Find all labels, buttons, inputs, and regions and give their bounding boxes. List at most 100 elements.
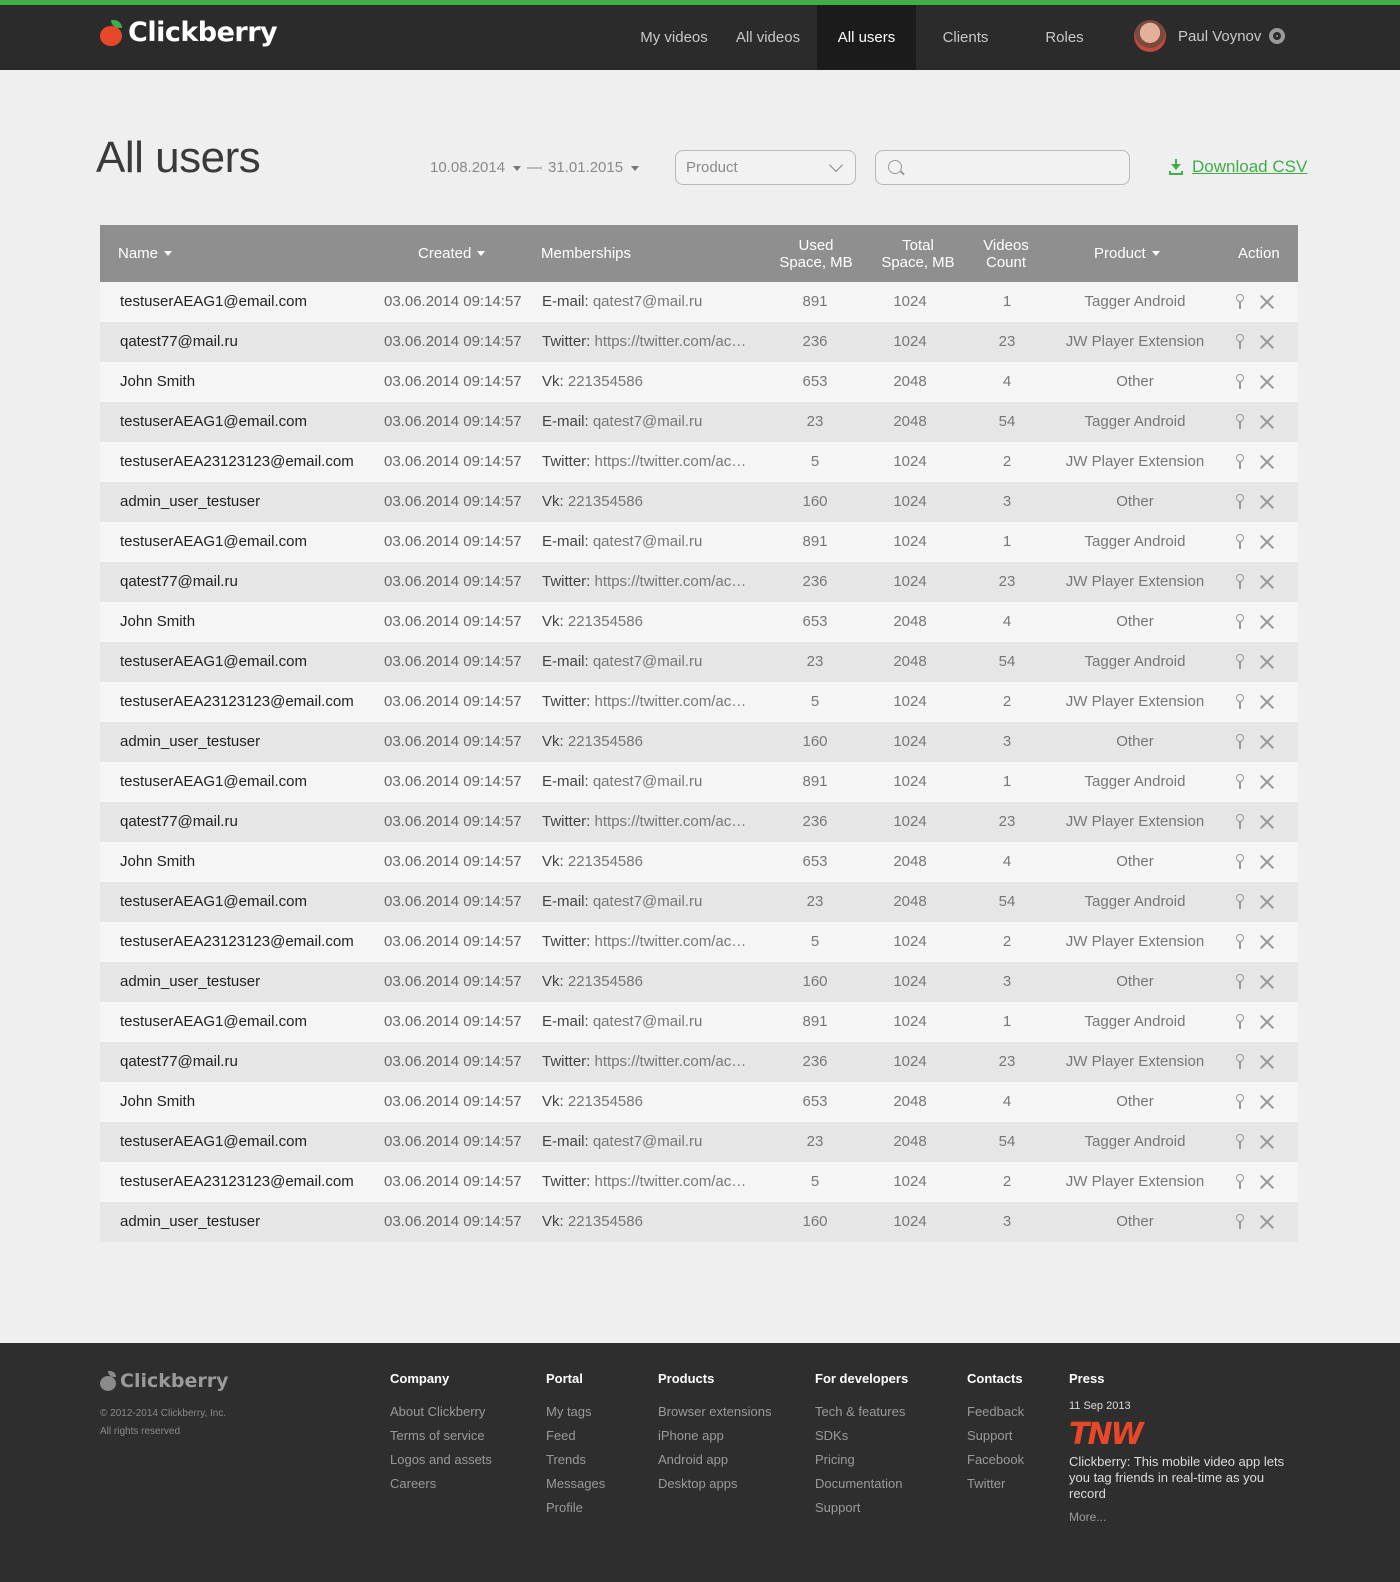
delete-icon[interactable] [1259, 734, 1275, 750]
user-name-cell[interactable]: testuserAEAG1@email.com [120, 522, 370, 562]
footer-link[interactable]: Support [967, 1424, 1024, 1448]
user-name-cell[interactable]: testuserAEAG1@email.com [120, 882, 370, 922]
search-input[interactable] [910, 157, 1120, 179]
table-row[interactable]: admin_user_testuser 03.06.2014 09:14:57 Vk… [100, 722, 1298, 762]
key-icon[interactable] [1236, 454, 1244, 470]
footer-link[interactable]: Feed [546, 1424, 605, 1448]
user-name-cell[interactable]: testuserAEA23123123@email.com [120, 1162, 370, 1202]
delete-icon[interactable] [1259, 334, 1275, 350]
table-row[interactable]: testuserAEA23123123@email.com 03.06.2014 … [100, 1162, 1298, 1202]
table-row[interactable]: testuserAEA23123123@email.com 03.06.2014 … [100, 682, 1298, 722]
delete-icon[interactable] [1259, 934, 1275, 950]
footer-link[interactable]: About Clickberry [390, 1400, 492, 1424]
table-row[interactable]: testuserAEAG1@email.com 03.06.2014 09:14:… [100, 882, 1298, 922]
table-row[interactable]: qatest77@mail.ru 03.06.2014 09:14:57 Twitt… [100, 802, 1298, 842]
key-icon[interactable] [1236, 814, 1244, 830]
user-name-cell[interactable]: admin_user_testuser [120, 722, 370, 762]
delete-icon[interactable] [1259, 694, 1275, 710]
user-name-cell[interactable]: admin_user_testuser [120, 482, 370, 522]
user-menu[interactable]: Paul Voynov [1134, 20, 1286, 52]
key-icon[interactable] [1236, 974, 1244, 990]
user-name-cell[interactable]: testuserAEAG1@email.com [120, 282, 370, 322]
user-name-cell[interactable]: testuserAEAG1@email.com [120, 762, 370, 802]
footer-link[interactable]: Messages [546, 1472, 605, 1496]
user-name-cell[interactable]: John Smith [120, 362, 370, 402]
user-name-cell[interactable]: testuserAEAG1@email.com [120, 1002, 370, 1042]
delete-icon[interactable] [1259, 534, 1275, 550]
footer-logo[interactable]: Clickberry [100, 1370, 228, 1392]
nav-my-videos[interactable]: My videos [620, 5, 728, 70]
footer-link[interactable]: Desktop apps [658, 1472, 771, 1496]
user-name-cell[interactable]: testuserAEA23123123@email.com [120, 442, 370, 482]
key-icon[interactable] [1236, 894, 1244, 910]
user-name-cell[interactable]: admin_user_testuser [120, 1202, 370, 1242]
user-name-cell[interactable]: testuserAEAG1@email.com [120, 1122, 370, 1162]
delete-icon[interactable] [1259, 894, 1275, 910]
user-name-cell[interactable]: testuserAEA23123123@email.com [120, 682, 370, 722]
footer-link[interactable]: iPhone app [658, 1424, 771, 1448]
user-name-cell[interactable]: qatest77@mail.ru [120, 322, 370, 362]
table-row[interactable]: qatest77@mail.ru 03.06.2014 09:14:57 Twitt… [100, 1042, 1298, 1082]
footer-link[interactable]: Terms of service [390, 1424, 492, 1448]
key-icon[interactable] [1236, 374, 1244, 390]
delete-icon[interactable] [1259, 854, 1275, 870]
delete-icon[interactable] [1259, 454, 1275, 470]
column-header-created[interactable]: Created [418, 225, 486, 282]
footer-link[interactable]: SDKs [815, 1424, 908, 1448]
key-icon[interactable] [1236, 1094, 1244, 1110]
table-row[interactable]: qatest77@mail.ru 03.06.2014 09:14:57 Twitt… [100, 562, 1298, 602]
product-select[interactable]: Product [675, 150, 856, 185]
delete-icon[interactable] [1259, 1214, 1275, 1230]
table-row[interactable]: John Smith 03.06.2014 09:14:57 Vk: 2213545… [100, 842, 1298, 882]
key-icon[interactable] [1236, 494, 1244, 510]
delete-icon[interactable] [1259, 614, 1275, 630]
date-from-picker[interactable]: 10.08.2014 [430, 159, 522, 176]
column-header-name[interactable]: Name [118, 225, 173, 282]
footer-link[interactable]: Feedback [967, 1400, 1024, 1424]
footer-link[interactable]: Twitter [967, 1472, 1024, 1496]
user-name-cell[interactable]: John Smith [120, 842, 370, 882]
key-icon[interactable] [1236, 294, 1244, 310]
footer-link[interactable]: Tech & features [815, 1400, 908, 1424]
table-row[interactable]: testuserAEAG1@email.com 03.06.2014 09:14:… [100, 642, 1298, 682]
user-name-cell[interactable]: testuserAEAG1@email.com [120, 402, 370, 442]
key-icon[interactable] [1236, 934, 1244, 950]
footer-link[interactable]: Documentation [815, 1472, 908, 1496]
clickberry-logo[interactable]: Clickberry [100, 17, 278, 48]
delete-icon[interactable] [1259, 1134, 1275, 1150]
footer-link[interactable]: Browser extensions [658, 1400, 771, 1424]
delete-icon[interactable] [1259, 294, 1275, 310]
delete-icon[interactable] [1259, 574, 1275, 590]
table-row[interactable]: admin_user_testuser 03.06.2014 09:14:57 Vk… [100, 962, 1298, 1002]
table-row[interactable]: qatest77@mail.ru 03.06.2014 09:14:57 Twitt… [100, 322, 1298, 362]
footer-link[interactable]: Android app [658, 1448, 771, 1472]
tnw-logo[interactable]: TNW [1069, 1420, 1299, 1450]
nav-all-videos[interactable]: All videos [718, 5, 818, 70]
press-more-link[interactable]: More... [1069, 1510, 1299, 1524]
delete-icon[interactable] [1259, 774, 1275, 790]
nav-all-users[interactable]: All users [817, 5, 916, 70]
footer-link[interactable]: Logos and assets [390, 1448, 492, 1472]
user-name-cell[interactable]: qatest77@mail.ru [120, 802, 370, 842]
footer-link[interactable]: Trends [546, 1448, 605, 1472]
user-name-cell[interactable]: qatest77@mail.ru [120, 1042, 370, 1082]
delete-icon[interactable] [1259, 1094, 1275, 1110]
table-row[interactable]: admin_user_testuser 03.06.2014 09:14:57 Vk… [100, 1202, 1298, 1242]
delete-icon[interactable] [1259, 1054, 1275, 1070]
gear-icon[interactable] [1269, 28, 1286, 44]
date-to-picker[interactable]: 31.01.2015 [548, 159, 640, 176]
delete-icon[interactable] [1259, 1014, 1275, 1030]
key-icon[interactable] [1236, 334, 1244, 350]
delete-icon[interactable] [1259, 974, 1275, 990]
table-row[interactable]: testuserAEAG1@email.com 03.06.2014 09:14:… [100, 1002, 1298, 1042]
key-icon[interactable] [1236, 1014, 1244, 1030]
table-row[interactable]: testuserAEA23123123@email.com 03.06.2014 … [100, 922, 1298, 962]
table-row[interactable]: testuserAEAG1@email.com 03.06.2014 09:14:… [100, 1122, 1298, 1162]
delete-icon[interactable] [1259, 814, 1275, 830]
table-row[interactable]: testuserAEAG1@email.com 03.06.2014 09:14:… [100, 762, 1298, 802]
key-icon[interactable] [1236, 414, 1244, 430]
key-icon[interactable] [1236, 1054, 1244, 1070]
footer-link[interactable]: Facebook [967, 1448, 1024, 1472]
user-name-cell[interactable]: testuserAEA23123123@email.com [120, 922, 370, 962]
user-name-cell[interactable]: John Smith [120, 602, 370, 642]
